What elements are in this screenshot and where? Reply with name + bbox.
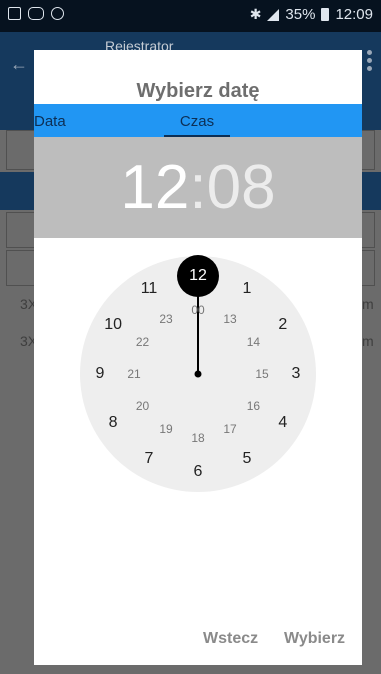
hour-11[interactable]: 11 [134,279,164,299]
dialog-title: Wybierz datę [136,80,260,102]
overflow-menu-icon [367,50,373,74]
background-row-suffix: m [362,333,374,349]
status-bar: ✱ 35% 12:09 [0,0,381,32]
hour-3[interactable]: 3 [281,364,311,384]
hour-20[interactable]: 20 [128,396,158,416]
hour-19[interactable]: 19 [151,419,181,439]
tab-data[interactable]: Data [34,113,66,130]
hour-5[interactable]: 5 [232,449,262,469]
back-arrow-icon: ← [10,54,28,74]
battery-percent: 35% [285,6,316,23]
hour-12[interactable]: 12 [183,266,213,286]
clock-center-dot [194,370,202,378]
hour-17[interactable]: 17 [215,419,245,439]
selected-time-header: 12:08 [34,137,362,238]
hour-23[interactable]: 23 [151,309,181,329]
hour-4[interactable]: 4 [268,413,298,433]
bluetooth-icon: ✱ [249,6,262,22]
hour-14[interactable]: 14 [238,332,268,352]
sync-icon [51,7,64,20]
hour-display[interactable]: 12 [120,152,189,223]
hour-6[interactable]: 6 [183,462,213,482]
hour-21[interactable]: 21 [119,364,149,384]
hour-10[interactable]: 10 [98,315,128,335]
time-separator: : [189,153,207,222]
clock-time: 12:09 [335,6,373,23]
hour-18[interactable]: 18 [183,428,213,448]
hour-8[interactable]: 8 [98,413,128,433]
clock-face[interactable]: 12 1 2 3 4 5 6 7 8 9 10 11 00 13 14 15 16 17 18 19 20 21 22 23 [79,255,317,493]
system-icons: ✱ 35% 12:09 [250,6,373,23]
hour-9[interactable]: 9 [85,364,115,384]
voicemail-icon [28,7,44,20]
hour-7[interactable]: 7 [134,449,164,469]
hour-16[interactable]: 16 [238,396,268,416]
notification-icons [8,7,64,20]
hour-1[interactable]: 1 [232,279,262,299]
hour-22[interactable]: 22 [128,332,158,352]
date-time-picker-dialog: Wybierz datę Data Czas 12:08 12 1 2 3 4 5 6 7 8 9… [34,50,362,665]
picker-tabs: Data Czas [34,104,362,137]
hour-13[interactable]: 13 [215,309,245,329]
tab-czas[interactable]: Czas [164,113,230,130]
hour-15[interactable]: 15 [247,364,277,384]
back-button[interactable]: Wstecz [203,630,258,648]
signal-icon [267,8,280,21]
image-icon [8,7,21,20]
minute-display[interactable]: 08 [207,152,276,223]
hour-00[interactable]: 00 [183,300,213,320]
battery-icon [321,8,330,21]
hour-2[interactable]: 2 [268,315,298,335]
background-row-suffix: m [362,296,374,312]
select-button[interactable]: Wybierz [284,630,345,648]
